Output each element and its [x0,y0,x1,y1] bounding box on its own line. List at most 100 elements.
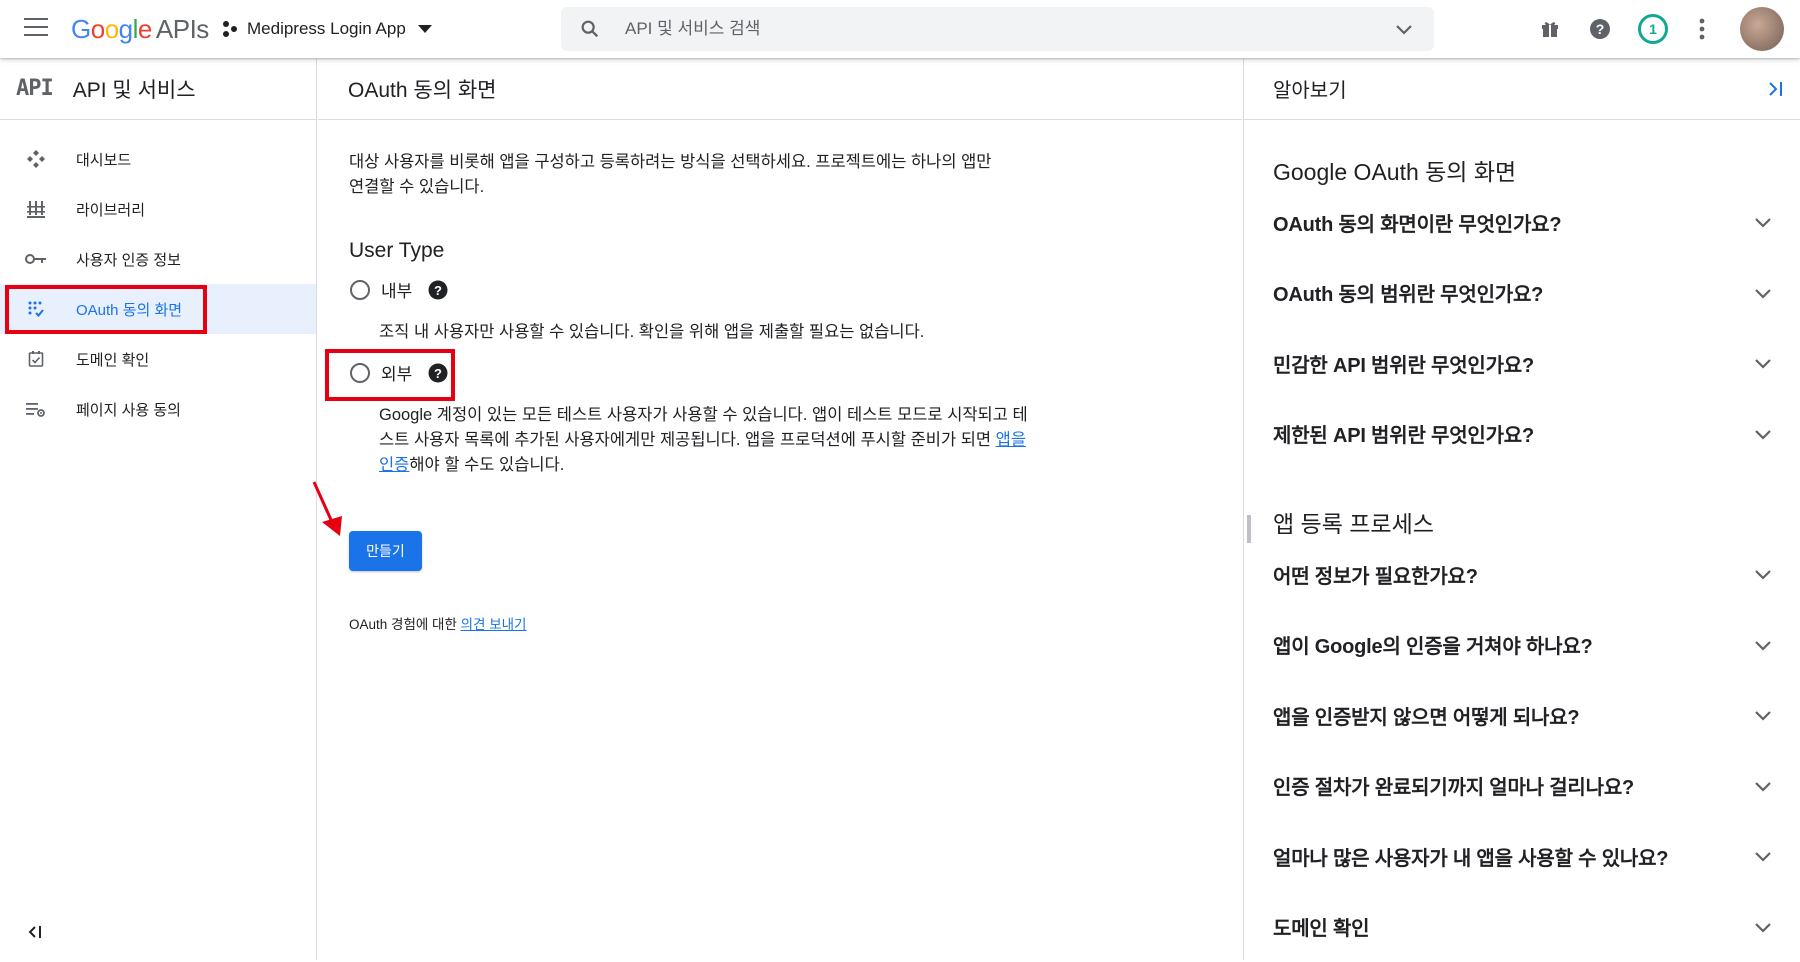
project-selector[interactable]: Medipress Login App [221,15,432,43]
learn-panel: 알아보기 Google OAuth 동의 화면 OAuth 동의 화면이란 무엇… [1243,58,1800,960]
nav-item-credentials[interactable]: 사용자 인증 정보 [0,234,316,284]
project-icon [221,20,239,38]
logo-letter: e [138,14,152,44]
faq-item[interactable]: 얼마나 많은 사용자가 내 앱을 사용할 수 있나요? [1273,821,1800,892]
faq-question: 어떤 정보가 필요한가요? [1273,560,1478,589]
logo-letter: o [105,14,119,44]
learn-panel-title: 알아보기 [1273,74,1347,103]
logo-google-text: Google [71,14,152,44]
faq-item[interactable]: 인증 절차가 완료되기까지 얼마나 걸리나요? [1273,751,1800,822]
caret-down-icon [418,25,432,33]
top-actions: ? 1 [1538,0,1800,58]
faq-item[interactable]: 민감한 API 범위란 무엇인가요? [1273,328,1800,399]
faq-item[interactable]: 제한된 API 범위란 무엇인가요? [1273,399,1800,470]
chevron-down-icon[interactable] [1752,282,1774,304]
nav-item-label: 대시보드 [76,149,131,170]
chevron-down-icon[interactable] [1752,845,1774,867]
external-description-suffix: 해야 할 수도 있습니다. [409,456,564,474]
chevron-down-icon[interactable] [1752,423,1774,445]
gift-icon[interactable] [1538,17,1562,41]
faq-item[interactable]: 어떤 정보가 필요한가요? [1273,539,1800,610]
faq-question: OAuth 동의 범위란 무엇인가요? [1273,278,1543,307]
faq-item[interactable]: OAuth 동의 화면이란 무엇인가요? [1273,187,1800,258]
svg-text:?: ? [434,283,442,298]
user-type-heading: User Type [349,239,1242,263]
faq-item[interactable]: 도메인 확인 [1273,892,1800,962]
faq-list: OAuth 동의 화면이란 무엇인가요? OAuth 동의 범위란 무엇인가요? 민… [1273,187,1800,469]
nav-item-label: 사용자 인증 정보 [76,249,181,270]
faq-question: 앱을 인증받지 않으면 어떻게 되나요? [1273,701,1579,730]
faq-question: OAuth 동의 화면이란 무엇인가요? [1273,208,1561,237]
feedback-prefix: OAuth 경험에 대한 [349,617,461,632]
faq-list: 어떤 정보가 필요한가요? 앱이 Google의 인증을 거쳐야 하나요? 앱을 인… [1273,539,1800,962]
faq-question: 앱이 Google의 인증을 거쳐야 하나요? [1273,630,1593,659]
nav-item-domain-check[interactable]: 도메인 확인 [0,334,316,384]
page-usage-icon [24,397,48,421]
faq-question: 얼마나 많은 사용자가 내 앱을 사용할 수 있나요? [1273,842,1668,871]
nav-item-page-usage[interactable]: 페이지 사용 동의 [0,384,316,434]
api-badge-icon: API [16,76,53,101]
collapse-nav-icon[interactable] [26,922,46,942]
chevron-down-icon[interactable] [1752,916,1774,938]
menu-icon[interactable] [24,18,48,38]
dashboard-icon [24,147,48,171]
faq-question: 인증 절차가 완료되기까지 얼마나 걸리나요? [1273,771,1634,800]
google-apis-logo[interactable]: GoogleAPIs [71,14,209,45]
notification-badge[interactable]: 1 [1638,14,1668,44]
nav-item-label: 라이브러리 [76,199,145,220]
chevron-down-icon[interactable] [1752,775,1774,797]
chevron-down-icon[interactable] [1752,352,1774,374]
nav-item-dashboard[interactable]: 대시보드 [0,134,316,184]
faq-question: 제한된 API 범위란 무엇인가요? [1273,419,1534,448]
key-icon [24,247,48,271]
internal-option[interactable]: 내부 ? [349,277,1242,302]
help-icon[interactable]: ? [1588,17,1612,41]
scroll-indicator [1247,515,1251,543]
main-content: OAuth 동의 화면 대상 사용자를 비롯해 앱을 구성하고 등록하려는 방식… [318,58,1242,960]
search-bar[interactable] [561,7,1434,51]
internal-label: 내부 [381,277,412,302]
faq-question: 도메인 확인 [1273,912,1369,941]
logo-letter: o [91,14,105,44]
internal-description: 조직 내 사용자만 사용할 수 있습니다. 확인을 위해 앱을 제출할 필요는 … [379,320,1039,345]
nav-list: 대시보드 라이브러리 사용자 인증 정보 OAuth 동의 화면 도메인 확인 [0,134,316,434]
left-nav: API API 및 서비스 대시보드 라이브러리 사용자 인증 정보 OAut [0,58,317,960]
send-feedback-link[interactable]: 의견 보내기 [461,617,527,632]
page-description: 대상 사용자를 비롯해 앱을 구성하고 등록하려는 방식을 선택하세요. 프로젝… [349,150,999,200]
search-input[interactable] [625,19,1365,39]
nav-item-label: 페이지 사용 동의 [76,399,181,420]
top-app-bar: GoogleAPIs Medipress Login App ? 1 [0,0,1800,58]
logo-letter: g [119,14,133,44]
avatar[interactable] [1740,7,1784,51]
annotation-box-oauth-nav [5,285,207,334]
chevron-down-icon[interactable] [1394,19,1414,39]
library-icon [24,197,48,221]
chevron-down-icon[interactable] [1752,634,1774,656]
faq-item[interactable]: 앱을 인증받지 않으면 어떻게 되나요? [1273,680,1800,751]
internal-radio[interactable] [350,280,370,300]
registration-section-heading: 앱 등록 프로세스 [1273,505,1800,539]
chevron-down-icon[interactable] [1752,704,1774,726]
nav-item-library[interactable]: 라이브러리 [0,184,316,234]
faq-item[interactable]: OAuth 동의 범위란 무엇인가요? [1273,258,1800,329]
left-nav-header: API API 및 서비스 [0,58,316,120]
collapse-panel-icon[interactable] [1764,78,1786,100]
logo-letter: G [71,14,91,44]
svg-text:?: ? [1596,21,1605,37]
annotation-arrow-icon [308,478,348,540]
annotation-box-external [325,349,455,401]
registration-section: 앱 등록 프로세스 어떤 정보가 필요한가요? 앱이 Google의 인증을 거쳐… [1244,469,1800,962]
project-name: Medipress Login App [247,19,406,39]
chevron-down-icon[interactable] [1752,563,1774,585]
left-nav-title: API 및 서비스 [73,74,196,104]
faq-question: 민감한 API 범위란 무엇인가요? [1273,349,1534,378]
external-option[interactable]: 외부 ? [349,360,1242,385]
learn-panel-header: 알아보기 [1244,58,1800,120]
chevron-down-icon[interactable] [1752,211,1774,233]
faq-item[interactable]: 앱이 Google의 인증을 거쳐야 하나요? [1273,610,1800,681]
help-icon[interactable]: ? [428,280,448,300]
create-button[interactable]: 만들기 [349,531,422,571]
more-vert-icon[interactable] [1690,17,1714,41]
logo-apis-text: APIs [156,14,209,44]
nav-item-label: 도메인 확인 [76,349,149,370]
